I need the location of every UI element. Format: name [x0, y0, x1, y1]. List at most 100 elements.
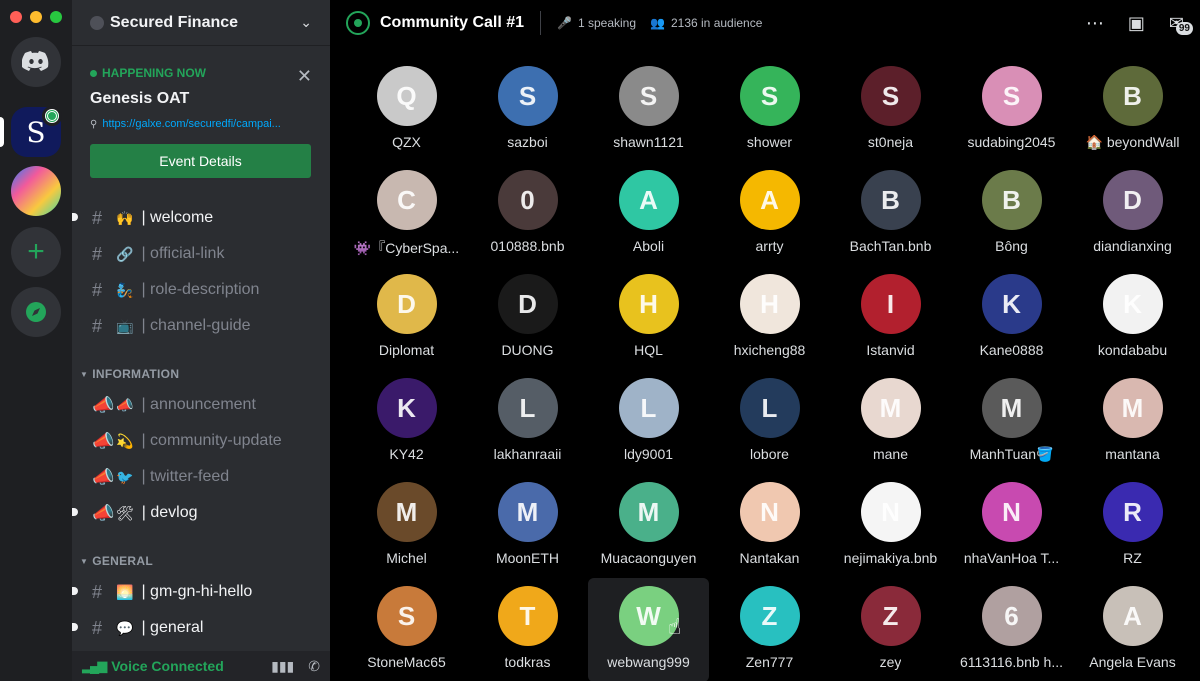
avatar[interactable]: D — [376, 274, 437, 334]
audience-member[interactable]: M Michel — [346, 474, 467, 578]
signal-icon[interactable]: ▂▄▆ — [82, 658, 107, 674]
audience-member[interactable]: Z Zen777 — [709, 578, 830, 681]
audience-member[interactable]: B BachTan.bnb — [830, 162, 951, 266]
avatar[interactable]: 0 — [497, 170, 558, 230]
avatar[interactable]: B — [981, 170, 1042, 230]
channel-community-update[interactable]: 📣 💫 | community-update — [80, 425, 322, 457]
audience-member[interactable]: A Aboli — [588, 162, 709, 266]
audience-member[interactable]: Wwebwang999 ☝ — [588, 578, 709, 681]
server-galxe[interactable] — [11, 166, 61, 216]
event-details-button[interactable]: Event Details — [90, 144, 311, 178]
avatar[interactable]: Q — [376, 66, 437, 126]
audience-member[interactable]: R RZ — [1072, 474, 1193, 578]
popout-icon[interactable]: ▣ — [1128, 13, 1145, 34]
avatar[interactable]: C — [376, 170, 437, 230]
audience-member[interactable]: M ManhTuan🪣 — [951, 370, 1072, 474]
audience-member[interactable]: Ddiandianxing — [1072, 162, 1193, 266]
close-window-button[interactable] — [10, 11, 22, 23]
audience-member[interactable]: Sst0neja — [830, 58, 951, 162]
audience-member[interactable]: Ssazboi — [467, 58, 588, 162]
avatar[interactable]: S — [618, 66, 679, 126]
avatar[interactable]: M — [618, 482, 679, 542]
avatar[interactable]: H — [618, 274, 679, 334]
audience-member[interactable]: C 👾『CyberSpa... — [346, 162, 467, 266]
avatar[interactable]: I — [860, 274, 921, 334]
channel-welcome[interactable]: # 🙌 | welcome — [72, 202, 322, 234]
audience-member[interactable]: I Istanvid — [830, 266, 951, 370]
audience-member[interactable]: Sshower — [709, 58, 830, 162]
audience-member[interactable]: K KY42 — [346, 370, 467, 474]
category-general[interactable]: ▼ GENERAL — [80, 554, 153, 568]
audience-member[interactable]: 6 6113116.bnb h... — [951, 578, 1072, 681]
audience-member[interactable]: Sshawn1121 — [588, 58, 709, 162]
add-server-button[interactable]: + — [11, 227, 61, 277]
audience-member[interactable]: Zzey — [830, 578, 951, 681]
avatar[interactable]: 6 — [981, 586, 1042, 646]
avatar[interactable]: S — [860, 66, 921, 126]
avatar[interactable]: D — [1102, 170, 1163, 230]
audience-member[interactable]: Ttodkras — [467, 578, 588, 681]
audience-member[interactable]: Mmane — [830, 370, 951, 474]
avatar[interactable]: K — [981, 274, 1042, 334]
avatar[interactable]: B — [860, 170, 921, 230]
channel-general[interactable]: # 💬 | general — [72, 612, 322, 644]
avatar[interactable]: N — [739, 482, 800, 542]
avatar[interactable]: N — [981, 482, 1042, 542]
channel-channel-guide[interactable]: # 📺 | channel-guide — [80, 310, 322, 342]
audience-member[interactable]: M Muacaonguyen — [588, 474, 709, 578]
avatar[interactable]: L — [618, 378, 679, 438]
audience-member[interactable]: Ssudabing2045 — [951, 58, 1072, 162]
avatar[interactable]: S — [376, 586, 437, 646]
avatar[interactable]: S — [739, 66, 800, 126]
audience-member[interactable]: Llobore — [709, 370, 830, 474]
avatar[interactable]: D — [497, 274, 558, 334]
avatar[interactable]: M — [981, 378, 1042, 438]
avatar[interactable]: K — [1102, 274, 1163, 334]
event-link[interactable]: ⚲ https://galxe.com/securedfi/campai... — [90, 118, 312, 130]
avatar[interactable]: S — [497, 66, 558, 126]
voice-connected-label[interactable]: Voice Connected — [111, 658, 257, 674]
zoom-window-button[interactable] — [50, 11, 62, 23]
close-icon[interactable]: ✕ — [297, 66, 312, 87]
avatar[interactable]: L — [739, 378, 800, 438]
avatar[interactable]: H — [739, 274, 800, 334]
avatar[interactable]: M — [860, 378, 921, 438]
channel-twitter-feed[interactable]: 📣 🐦 | twitter-feed — [80, 461, 322, 493]
audience-member[interactable]: Llakhanraaii — [467, 370, 588, 474]
audience-member[interactable]: Nnejimakiya.bnb — [830, 474, 951, 578]
avatar[interactable]: B — [1102, 66, 1163, 126]
more-options-icon[interactable]: ⋯ — [1086, 13, 1104, 34]
avatar[interactable]: M — [376, 482, 437, 542]
audience-member[interactable]: Kkondababu — [1072, 266, 1193, 370]
avatar[interactable]: T — [497, 586, 558, 646]
audience-member[interactable]: Hhxicheng88 — [709, 266, 830, 370]
disconnect-call-icon[interactable]: ✆ — [308, 658, 320, 675]
server-header[interactable]: Secured Finance ⌄ — [72, 0, 330, 46]
audience-member[interactable]: D DUONG — [467, 266, 588, 370]
audience-member[interactable]: 0 010888.bnb — [467, 162, 588, 266]
avatar[interactable]: R — [1102, 482, 1163, 542]
discord-home-button[interactable] — [11, 37, 61, 87]
avatar[interactable]: A — [1102, 586, 1163, 646]
channel-devlog[interactable]: 📣 🛠 | devlog — [72, 497, 322, 529]
minimize-window-button[interactable] — [30, 11, 42, 23]
category-information[interactable]: ▼ INFORMATION — [80, 367, 179, 381]
channel-official-link[interactable]: # 🔗 | official-link — [80, 238, 322, 270]
audience-member[interactable]: M MoonETH — [467, 474, 588, 578]
audience-member[interactable]: Lldy9001 — [588, 370, 709, 474]
audience-member[interactable]: B 🏠 beyondWall — [1072, 58, 1193, 162]
audience-member[interactable]: N Nantakan — [709, 474, 830, 578]
noise-suppression-icon[interactable]: ▮▮▮ — [271, 658, 294, 675]
avatar[interactable]: L — [497, 378, 558, 438]
audience-member[interactable]: H HQL — [588, 266, 709, 370]
audience-member[interactable]: S StoneMac65 — [346, 578, 467, 681]
avatar[interactable]: Z — [860, 586, 921, 646]
avatar[interactable]: M — [1102, 378, 1163, 438]
channel-gm-gn-hi-hello[interactable]: # 🌅 | gm-gn-hi-hello — [72, 576, 322, 608]
audience-member[interactable]: Mmantana — [1072, 370, 1193, 474]
audience-member[interactable]: A Angela Evans — [1072, 578, 1193, 681]
audience-member[interactable]: D Diplomat — [346, 266, 467, 370]
audience-member[interactable]: B Bông — [951, 162, 1072, 266]
channel-role-description[interactable]: # 🧞 | role-description — [80, 274, 322, 306]
audience-member[interactable]: K Kane0888 — [951, 266, 1072, 370]
